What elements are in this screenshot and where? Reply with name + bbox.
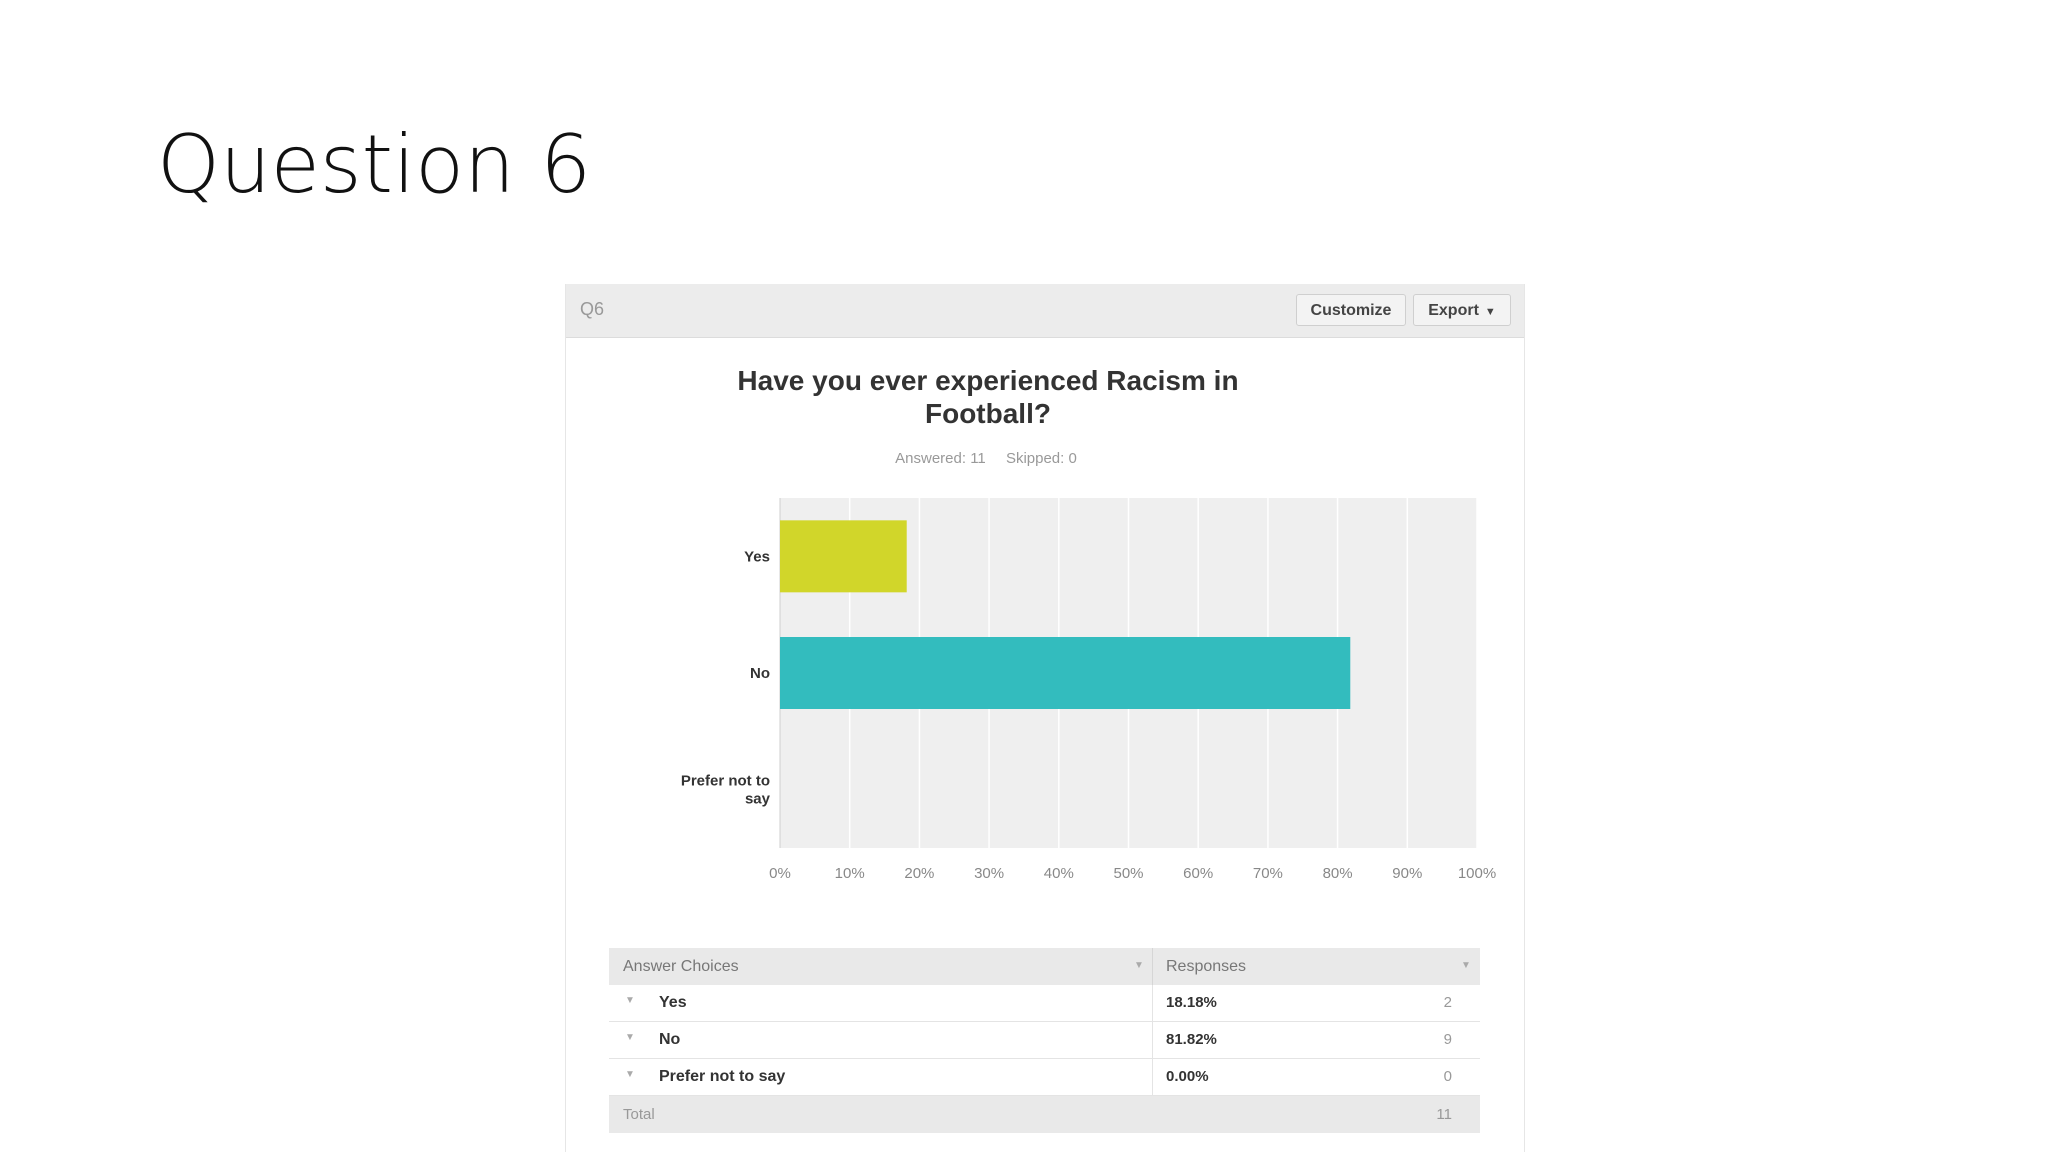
bar	[780, 520, 907, 593]
x-tick-label: 80%	[1323, 865, 1353, 882]
sort-chevron-icon[interactable]: ▼	[1461, 960, 1471, 971]
response-percent: 18.18%	[1166, 994, 1217, 1011]
y-tick-label: Yes	[744, 548, 770, 565]
response-count: 2	[1443, 994, 1452, 1011]
survey-question-panel: Q6 Customize Export ▼ Have you ever exper…	[565, 284, 1525, 1152]
response-count: 0	[1443, 1068, 1452, 1085]
export-button[interactable]: Export ▼	[1413, 294, 1511, 326]
column-divider	[1152, 948, 1153, 985]
x-tick-label: 70%	[1253, 865, 1283, 882]
x-tick-label: 20%	[904, 865, 934, 882]
export-button-label: Export	[1428, 302, 1479, 319]
x-tick-label: 60%	[1183, 865, 1213, 882]
response-count: 9	[1443, 1031, 1452, 1048]
answer-choice: No	[659, 1031, 681, 1048]
bar	[780, 637, 1351, 709]
question-number: Q6	[580, 299, 605, 319]
panel-header: Q6 Customize Export ▼	[566, 284, 1524, 338]
x-tick-label: 0%	[769, 865, 791, 882]
bar-chart: 0% 10% 20% 30% 40% 50% 60% 70% 80% 90% 100% Yes No Pr…	[681, 498, 1496, 882]
x-tick-label: 30%	[974, 865, 1004, 882]
x-tick-label: 90%	[1392, 865, 1422, 882]
table-footer: Total 11	[609, 1096, 1480, 1133]
column-divider	[1152, 1059, 1153, 1095]
chart-title: Have you ever experienced Racism in Foot…	[737, 365, 1239, 429]
chevron-down-icon[interactable]: ▼	[625, 995, 635, 1006]
x-tick-label: 100%	[1458, 865, 1496, 882]
chevron-down-icon[interactable]: ▼	[625, 1032, 635, 1043]
customize-button-label: Customize	[1310, 302, 1392, 319]
slide-title: Question 6	[157, 118, 592, 211]
skipped-count: Skipped: 0	[1005, 450, 1077, 467]
total-value: 11	[1436, 1106, 1452, 1123]
caret-down-icon: ▼	[1484, 306, 1496, 318]
table-row: ▼ Prefer not to say 0.00% 0	[609, 1059, 1480, 1096]
x-tick-label: 10%	[835, 865, 865, 882]
column-divider	[1152, 1022, 1153, 1058]
y-tick-label: Prefer not to say	[681, 773, 771, 808]
answer-choice: Yes	[659, 994, 687, 1011]
responses-table: Answer Choices ▼ Responses ▼ ▼ Yes 18.18…	[609, 948, 1480, 1133]
table-row: ▼ No 81.82% 9	[609, 1022, 1480, 1059]
column-header-responses[interactable]: Responses	[1166, 958, 1246, 976]
x-tick-label: 50%	[1113, 865, 1143, 882]
table-header: Answer Choices ▼ Responses ▼	[609, 948, 1480, 985]
answer-choice: Prefer not to say	[659, 1068, 786, 1085]
answered-count: Answered: 11	[895, 450, 986, 467]
column-divider	[1152, 985, 1153, 1021]
total-label: Total	[623, 1106, 655, 1123]
customize-button[interactable]: Customize	[1296, 294, 1406, 326]
sort-chevron-icon[interactable]: ▼	[1134, 960, 1144, 971]
chart-summary: Answered: 11 Skipped: 0	[666, 450, 1306, 467]
column-header-answer-choices[interactable]: Answer Choices	[623, 958, 739, 976]
chevron-down-icon[interactable]: ▼	[625, 1069, 635, 1080]
x-tick-label: 40%	[1044, 865, 1074, 882]
y-tick-label: No	[750, 665, 770, 682]
response-percent: 81.82%	[1166, 1031, 1217, 1048]
table-row: ▼ Yes 18.18% 2	[609, 985, 1480, 1022]
response-percent: 0.00%	[1166, 1068, 1209, 1085]
